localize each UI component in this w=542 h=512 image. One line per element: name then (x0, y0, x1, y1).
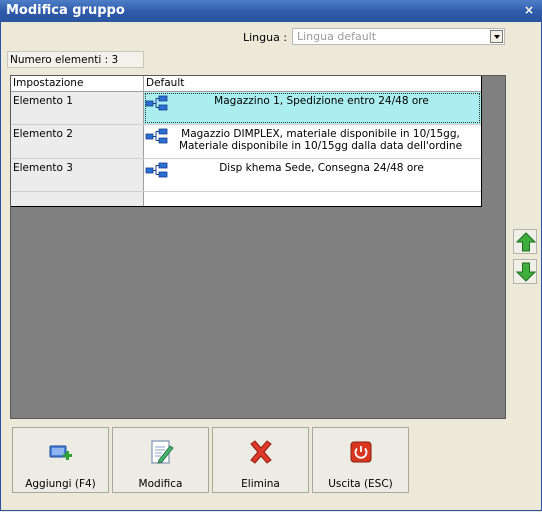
edit-document-icon (151, 440, 174, 464)
empty-row-value (144, 192, 481, 206)
table-row[interactable]: Elemento 3 Disp khema Sede, Consegna 24/… (11, 159, 481, 192)
language-select[interactable]: Lingua default (292, 28, 505, 45)
network-tree-icon (145, 95, 168, 111)
element-count: Numero elementi : 3 (7, 51, 144, 68)
row-value-line1: Magazzino 1, Spedizione entro 24/48 ore (214, 95, 429, 107)
exit-button-label: Uscita (ESC) (328, 478, 393, 490)
close-icon[interactable]: × (524, 3, 534, 17)
empty-row-name (11, 192, 144, 206)
row-value-cell[interactable]: Magazzio DIMPLEX, materiale disponibile … (144, 125, 481, 158)
empty-row (11, 192, 481, 206)
edit-button-label: Modifica (138, 478, 183, 490)
edit-button[interactable]: Modifica (112, 427, 209, 493)
table-row[interactable]: Elemento 2 Magazzio DIMPLEX, materiale d… (11, 125, 481, 159)
table-row[interactable]: Elemento 1 Magazzino 1, Spedizione entro… (11, 92, 481, 125)
row-value: Magazzio DIMPLEX, materiale disponibile … (144, 125, 481, 154)
window-title: Modifica gruppo (6, 3, 125, 18)
row-value-line2: Materiale disponibile in 10/15gg dalla d… (178, 140, 463, 152)
grid-header: Impostazione Default (11, 76, 481, 92)
network-tree-icon (145, 162, 168, 178)
move-up-button[interactable] (513, 229, 537, 254)
arrow-down-icon (516, 262, 536, 282)
chevron-down-icon[interactable] (490, 30, 503, 43)
row-name: Elemento 3 (11, 159, 144, 191)
title-bar: Modifica gruppo × (0, 0, 542, 22)
row-value: Disp khema Sede, Consegna 24/48 ore (144, 159, 481, 176)
row-value: Magazzino 1, Spedizione entro 24/48 ore (144, 92, 481, 109)
add-icon (49, 445, 72, 460)
row-value-cell[interactable]: Magazzino 1, Spedizione entro 24/48 ore (144, 92, 481, 124)
row-value-line1: Magazzio DIMPLEX, materiale disponibile … (181, 128, 460, 140)
language-label: Lingua : (243, 31, 288, 44)
power-icon (350, 441, 372, 463)
move-down-button[interactable] (513, 259, 537, 284)
row-value-line1: Disp khema Sede, Consegna 24/48 ore (219, 162, 424, 174)
language-value: Lingua default (297, 30, 377, 43)
add-button[interactable]: Aggiungi (F4) (12, 427, 109, 493)
delete-button[interactable]: Elimina (212, 427, 309, 493)
row-value-cell[interactable]: Disp khema Sede, Consegna 24/48 ore (144, 159, 481, 191)
column-header-impostazione[interactable]: Impostazione (11, 76, 144, 91)
network-tree-icon (145, 128, 168, 144)
column-header-default[interactable]: Default (144, 76, 481, 91)
add-button-label: Aggiungi (F4) (25, 478, 96, 490)
row-name: Elemento 1 (11, 92, 144, 124)
arrow-up-icon (516, 232, 536, 252)
delete-x-icon (250, 440, 272, 464)
delete-button-label: Elimina (241, 478, 280, 490)
row-name: Elemento 2 (11, 125, 144, 158)
settings-grid[interactable]: Impostazione Default Elemento 1 Magazzin… (11, 76, 482, 207)
exit-button[interactable]: Uscita (ESC) (312, 427, 409, 493)
